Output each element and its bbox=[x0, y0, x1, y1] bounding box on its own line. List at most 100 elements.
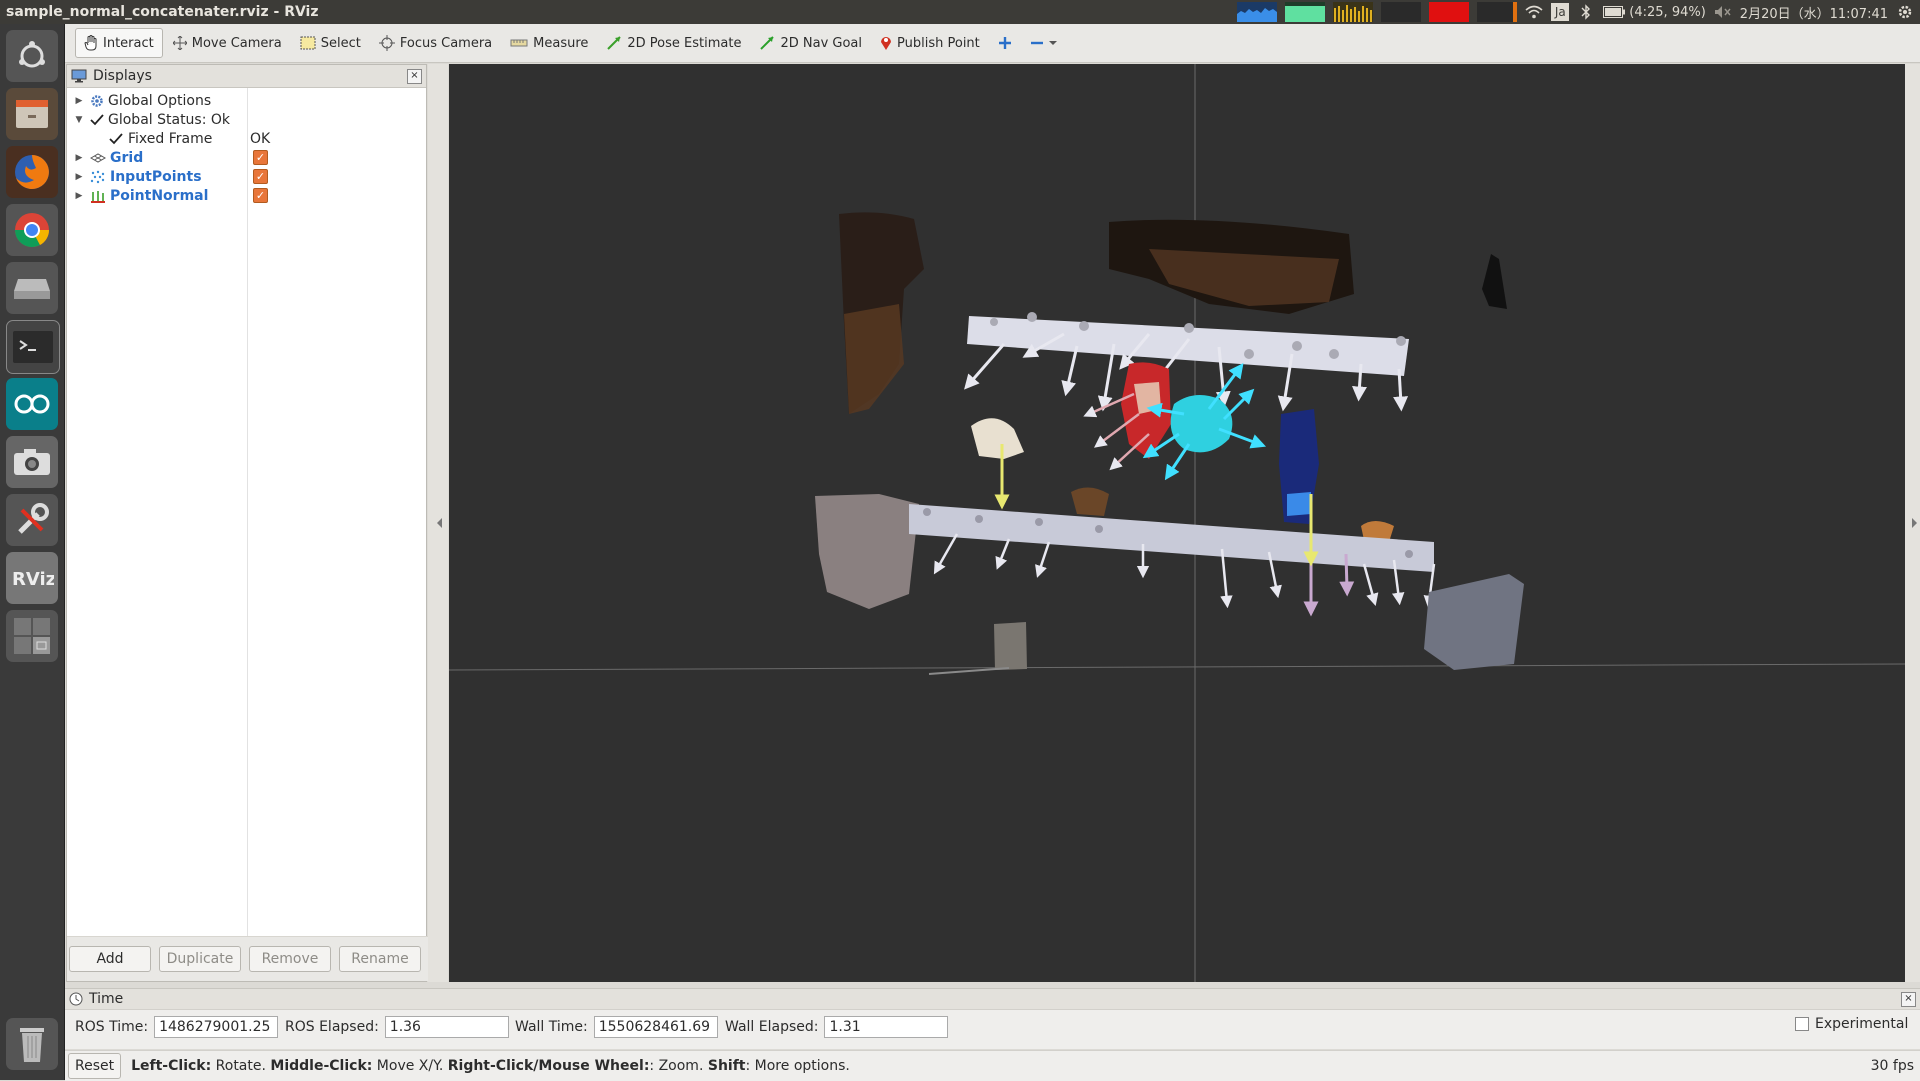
gear-icon bbox=[91, 94, 103, 107]
volume-icon[interactable] bbox=[1714, 3, 1732, 21]
2d-pose-estimate-tool-button[interactable]: 2D Pose Estimate bbox=[598, 28, 749, 58]
column-divider[interactable] bbox=[247, 88, 248, 938]
status-bar: Reset Left-Click: Rotate. Middle-Click: … bbox=[65, 1050, 1920, 1081]
inputpoints-enabled-checkbox[interactable]: ✓ bbox=[253, 169, 268, 184]
workspace-switcher-icon[interactable] bbox=[6, 610, 58, 662]
ros-time-field: ROS Time: 1486279001.25 bbox=[75, 1016, 279, 1038]
expand-arrow-icon[interactable]: ▶ bbox=[72, 172, 86, 182]
normal-arrow bbox=[1339, 553, 1355, 597]
remove-display-button[interactable]: Remove bbox=[249, 946, 331, 972]
normal-arrow bbox=[1393, 368, 1409, 412]
left-splitter-handle[interactable] bbox=[428, 64, 448, 982]
focus-camera-icon bbox=[378, 35, 395, 51]
rviz-icon[interactable]: RViz bbox=[6, 552, 58, 604]
wall-time-field: Wall Time: 1550628461.69 bbox=[515, 1016, 718, 1038]
cpu-meter-icon[interactable] bbox=[1237, 2, 1278, 22]
right-splitter-handle[interactable] bbox=[1905, 64, 1920, 982]
interact-tool-button[interactable]: Interact bbox=[75, 28, 163, 58]
rename-display-button[interactable]: Rename bbox=[339, 946, 421, 972]
display-row-inputpoints[interactable]: ▶ InputPoints ✓ bbox=[67, 167, 426, 186]
hand-icon bbox=[84, 35, 97, 51]
expand-arrow-icon[interactable]: ▶ bbox=[72, 153, 86, 163]
files-icon[interactable] bbox=[6, 88, 58, 140]
firefox-icon[interactable] bbox=[6, 146, 58, 198]
swap-meter-icon[interactable] bbox=[1381, 2, 1422, 22]
arduino-icon[interactable] bbox=[6, 378, 58, 430]
collapse-right-icon bbox=[1912, 518, 1917, 528]
wall-elapsed-input[interactable]: 1.31 bbox=[824, 1016, 949, 1038]
chrome-icon[interactable] bbox=[6, 204, 58, 256]
select-tool-button[interactable]: Select bbox=[292, 28, 369, 58]
display-row-grid[interactable]: ▶ Grid ✓ bbox=[67, 148, 426, 167]
normal-arrow bbox=[964, 343, 1006, 390]
dash-home-icon[interactable] bbox=[6, 30, 58, 82]
floor-normal-arrow bbox=[928, 667, 1010, 675]
focus-camera-tool-button[interactable]: Focus Camera bbox=[371, 28, 500, 58]
normal-arrow bbox=[995, 538, 1011, 570]
grid-enabled-checkbox[interactable]: ✓ bbox=[253, 150, 268, 165]
normal-arrow bbox=[1207, 363, 1244, 410]
reset-button[interactable]: Reset bbox=[68, 1053, 122, 1079]
wifi-icon[interactable] bbox=[1525, 3, 1543, 21]
settings-gear-icon[interactable] bbox=[1896, 3, 1914, 21]
point-cloud-scene bbox=[449, 64, 1905, 982]
grid-icon bbox=[90, 152, 106, 163]
clock[interactable]: 2月20日（水）11:07:41 bbox=[1740, 3, 1888, 22]
disk-meter-icon[interactable] bbox=[1477, 2, 1518, 22]
clock-icon bbox=[69, 992, 83, 1006]
move-camera-tool-button[interactable]: Move Camera bbox=[165, 28, 290, 58]
move-camera-icon bbox=[172, 36, 187, 50]
system-tray: Ja (4:25, 94%) 2月20日（水）11:07:41 bbox=[1237, 0, 1920, 24]
add-display-button[interactable]: Add bbox=[69, 946, 151, 972]
2d-nav-goal-tool-button[interactable]: 2D Nav Goal bbox=[751, 28, 870, 58]
normal-arrow bbox=[1352, 363, 1367, 402]
close-icon[interactable]: × bbox=[407, 69, 422, 84]
displays-panel-title: Displays bbox=[93, 68, 152, 84]
wall-time-input[interactable]: 1550628461.69 bbox=[593, 1016, 718, 1038]
display-row-fixed-frame[interactable]: Fixed Frame OK bbox=[67, 129, 426, 148]
time-panel: Time × ROS Time: 1486279001.25 ROS Elaps… bbox=[65, 988, 1920, 1049]
bluetooth-icon[interactable] bbox=[1577, 3, 1595, 21]
ros-time-input[interactable]: 1486279001.25 bbox=[154, 1016, 279, 1038]
battery-indicator[interactable]: (4:25, 94%) bbox=[1603, 5, 1706, 20]
beige-object bbox=[971, 418, 1024, 459]
display-row-pointnormal[interactable]: ▶ PointNormal ✓ bbox=[67, 186, 426, 205]
keyboard-layout-indicator[interactable]: Ja bbox=[1551, 3, 1570, 21]
normal-arrow bbox=[1061, 345, 1079, 397]
measure-tool-button[interactable]: Measure bbox=[502, 28, 596, 58]
disk-drive-icon[interactable] bbox=[6, 262, 58, 314]
check-icon bbox=[109, 132, 123, 144]
lower-shelf bbox=[909, 504, 1434, 572]
display-row-global-status[interactable]: ▼ Global Status: Ok bbox=[67, 110, 426, 129]
display-row-global-options[interactable]: ▶ Global Options bbox=[67, 91, 426, 110]
terminal-icon[interactable] bbox=[6, 320, 60, 374]
close-icon[interactable]: × bbox=[1901, 992, 1916, 1007]
time-panel-header: Time × bbox=[65, 989, 1920, 1010]
point-normal-icon bbox=[91, 190, 105, 203]
trash-icon[interactable] bbox=[6, 1018, 58, 1070]
experimental-option[interactable]: Experimental bbox=[1795, 1016, 1908, 1032]
load-meter-icon[interactable] bbox=[1429, 2, 1470, 22]
pointnormal-enabled-checkbox[interactable]: ✓ bbox=[253, 188, 268, 203]
memory-meter-icon[interactable] bbox=[1285, 2, 1326, 22]
3d-render-view[interactable] bbox=[449, 64, 1905, 982]
network-meter-icon[interactable] bbox=[1333, 2, 1374, 22]
expand-arrow-icon[interactable]: ▶ bbox=[72, 96, 86, 106]
collapse-left-icon bbox=[437, 518, 442, 528]
svg-text:RViz: RViz bbox=[12, 569, 54, 590]
normal-arrow bbox=[1362, 563, 1379, 607]
duplicate-display-button[interactable]: Duplicate bbox=[159, 946, 241, 972]
camera-icon[interactable] bbox=[6, 436, 58, 488]
expand-arrow-icon[interactable]: ▶ bbox=[72, 191, 86, 201]
point-cloud-icon bbox=[90, 170, 105, 183]
add-tool-button[interactable] bbox=[990, 28, 1020, 58]
displays-panel: Displays × ▶ Global Options ▼ Global Sta… bbox=[66, 64, 428, 982]
collapse-arrow-icon[interactable]: ▼ bbox=[72, 115, 86, 125]
time-panel-title: Time bbox=[89, 991, 124, 1007]
system-tools-icon[interactable] bbox=[6, 494, 58, 546]
publish-point-tool-button[interactable]: Publish Point bbox=[872, 28, 988, 58]
experimental-checkbox[interactable] bbox=[1795, 1017, 1809, 1031]
ros-elapsed-input[interactable]: 1.36 bbox=[384, 1016, 509, 1038]
publish-point-icon bbox=[881, 37, 892, 50]
remove-tool-button[interactable] bbox=[1022, 28, 1065, 58]
